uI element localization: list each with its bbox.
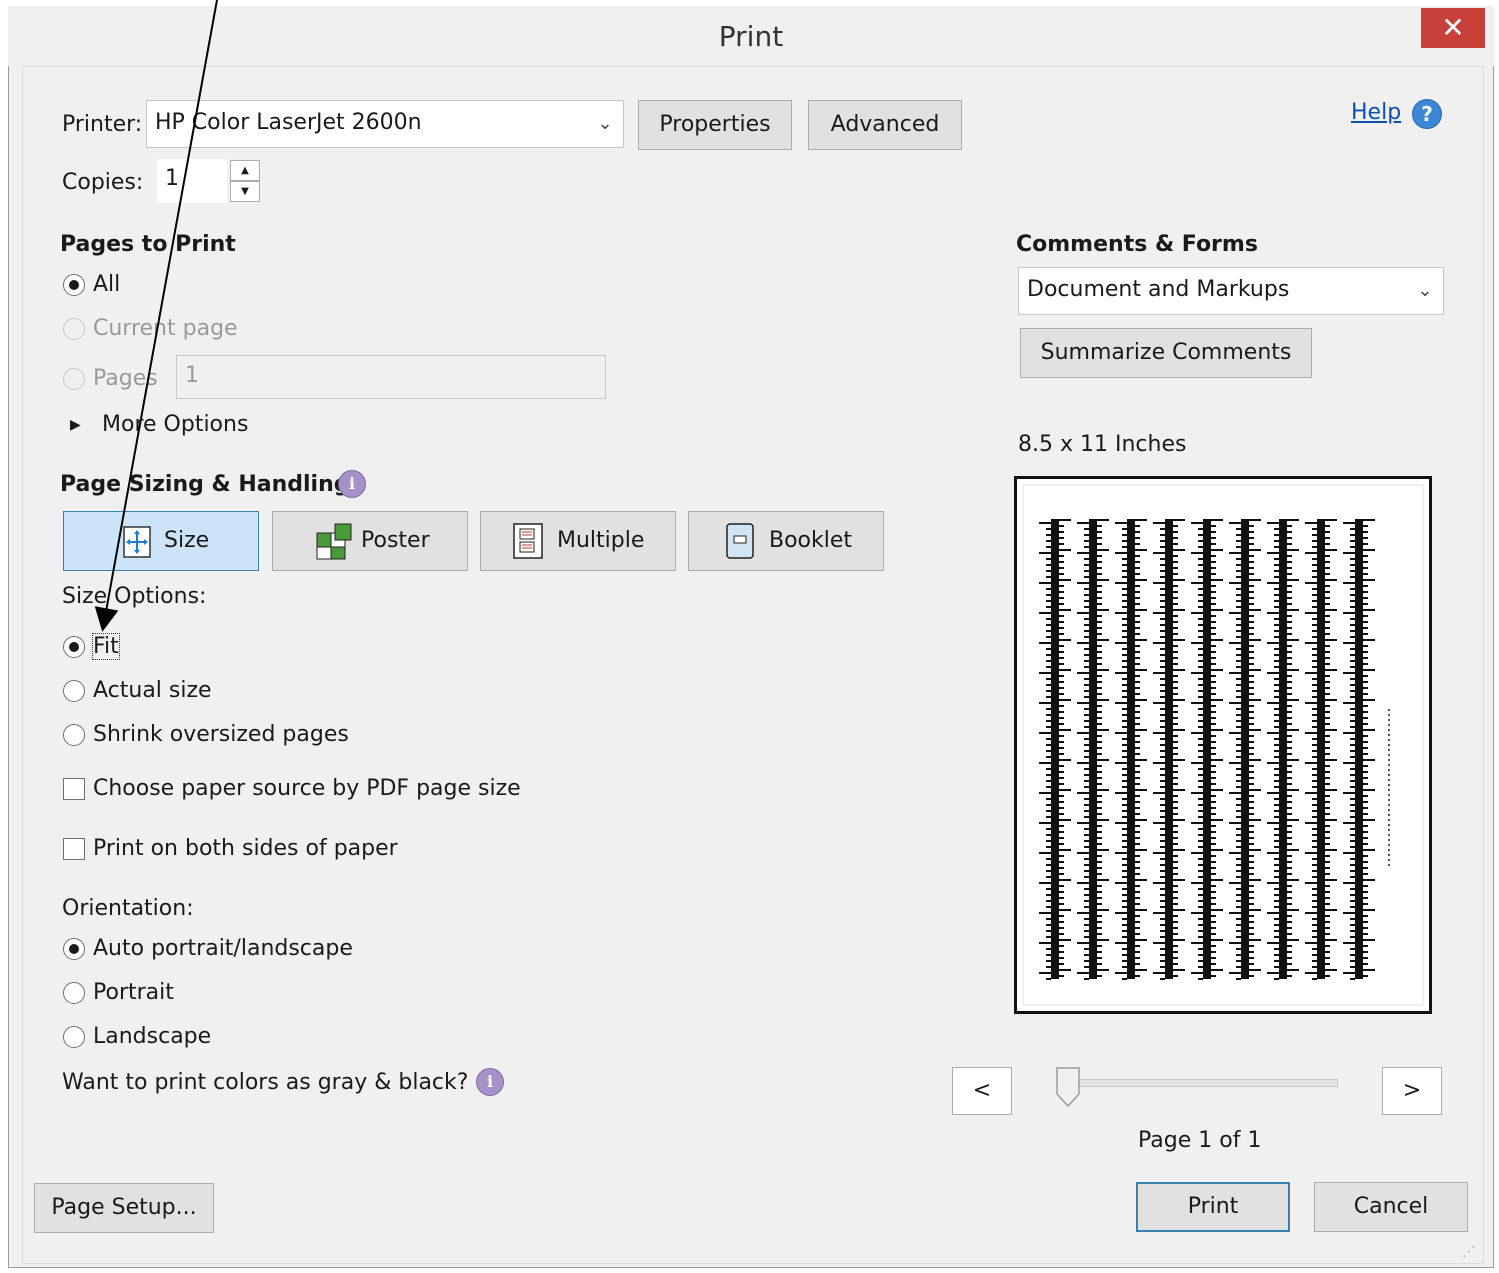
annotation-arrow	[94, 0, 218, 632]
